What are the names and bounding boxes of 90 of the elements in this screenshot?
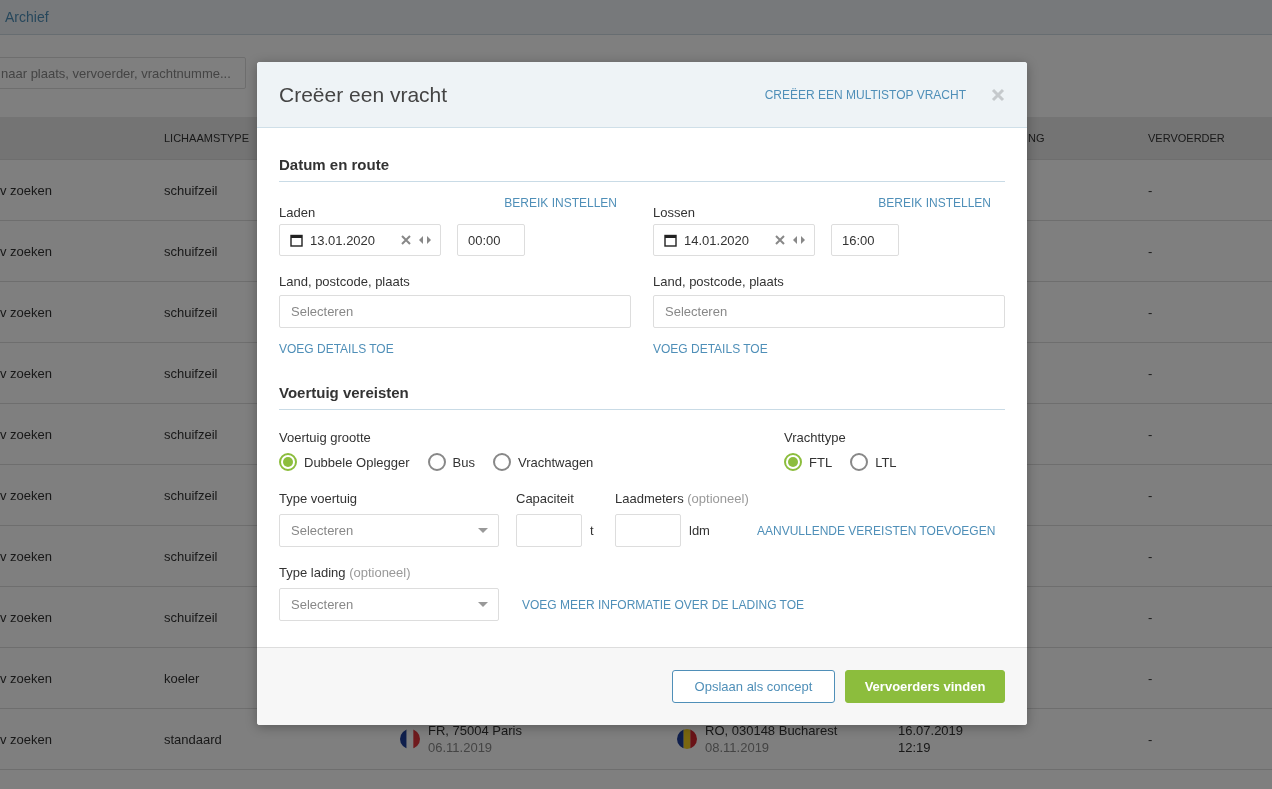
table-cell: schuifzeil bbox=[164, 182, 218, 198]
arrows-icon[interactable] bbox=[418, 235, 432, 245]
find-carriers-button[interactable]: Vervoerders vinden bbox=[845, 670, 1005, 703]
table-cell: schuifzeil bbox=[164, 548, 218, 564]
table-cell: schuifzeil bbox=[164, 609, 218, 625]
clear-icon[interactable] bbox=[775, 235, 785, 245]
multistop-link[interactable]: CREËER EEN MULTISTOP VRACHT bbox=[764, 87, 966, 102]
table-cell: koeler bbox=[164, 670, 200, 686]
field-label: Voertuig grootte bbox=[279, 430, 372, 445]
unit-text: ldm bbox=[689, 523, 710, 538]
radio-option[interactable]: Vrachtwagen bbox=[492, 453, 594, 471]
dropdown-caret-icon bbox=[478, 602, 488, 607]
table-cell: - bbox=[1148, 243, 1153, 259]
field-label: Land, postcode, plaats bbox=[653, 274, 785, 289]
table-cell: standaard bbox=[164, 731, 222, 747]
field-label: Capaciteit bbox=[516, 491, 575, 506]
table-cell: - bbox=[1148, 426, 1153, 442]
details-link[interactable]: VOEG DETAILS TOE bbox=[653, 342, 768, 356]
location-field[interactable]: Selecteren bbox=[279, 295, 631, 328]
requirements-link[interactable]: AANVULLENDE VEREISTEN TOEVOEGEN bbox=[757, 523, 996, 538]
table-cell: v zoeken bbox=[0, 731, 53, 747]
calendar-icon bbox=[664, 233, 677, 247]
radio-option[interactable]: Dubbele Oplegger bbox=[279, 453, 410, 471]
flag-icon bbox=[677, 729, 697, 749]
flag-icon bbox=[400, 729, 420, 749]
table-cell: schuifzeil bbox=[164, 365, 218, 381]
clear-icon[interactable] bbox=[401, 235, 411, 245]
date-field[interactable]: 14.01.2020 bbox=[653, 224, 815, 256]
calendar-icon bbox=[290, 233, 303, 247]
location-field[interactable]: Selecteren bbox=[653, 295, 1005, 328]
table-cell: schuifzeil bbox=[164, 243, 218, 259]
table-cell: v zoeken bbox=[0, 365, 53, 381]
column-header: VERVOERDER bbox=[1148, 132, 1226, 144]
table-cell: v zoeken bbox=[0, 304, 53, 320]
table-cell: - bbox=[1148, 487, 1153, 503]
table-cell: - bbox=[1148, 365, 1153, 381]
time-field[interactable]: 00:00 bbox=[457, 224, 525, 256]
details-link[interactable]: VOEG DETAILS TOE bbox=[279, 342, 394, 356]
date-text: 06.11.2019 bbox=[428, 739, 494, 756]
time-field[interactable]: 16:00 bbox=[831, 224, 899, 256]
table-cell: v zoeken bbox=[0, 609, 53, 625]
date-text: 08.11.2019 bbox=[705, 739, 771, 756]
date-field[interactable]: 13.01.2020 bbox=[279, 224, 441, 256]
unit-text: t bbox=[590, 523, 594, 538]
radio-option[interactable]: Bus bbox=[427, 453, 475, 471]
table-cell: v zoeken bbox=[0, 487, 53, 503]
table-cell: - bbox=[1148, 182, 1153, 198]
table-cell: - bbox=[1148, 609, 1153, 625]
table-cell: schuifzeil bbox=[164, 487, 218, 503]
table-cell: v zoeken bbox=[0, 670, 53, 686]
table-cell: v zoeken bbox=[0, 426, 53, 442]
table-cell: schuifzeil bbox=[164, 426, 218, 442]
range-link[interactable]: BEREIK INSTELLEN bbox=[878, 196, 991, 210]
place-text: RO, 030148 Bucharest bbox=[705, 722, 838, 739]
place-text: FR, 75004 Paris bbox=[428, 722, 522, 739]
field-label: Type lading (optioneel) bbox=[279, 565, 412, 580]
date-text: 16.07.2019 bbox=[898, 722, 965, 739]
vehicle-type-select[interactable]: Selecteren bbox=[279, 514, 499, 547]
section-heading: Datum en route bbox=[279, 156, 1005, 182]
column-header: NG bbox=[1028, 132, 1046, 144]
archive-tab[interactable]: Archief bbox=[5, 9, 49, 25]
column-header: LICHAAMSTYPE bbox=[164, 132, 250, 144]
table-cell: - bbox=[1148, 304, 1153, 320]
loading-meters-field[interactable] bbox=[615, 514, 681, 547]
table-cell: v zoeken bbox=[0, 548, 53, 564]
field-label: Land, postcode, plaats bbox=[279, 274, 411, 289]
field-label: Vrachttype bbox=[784, 430, 847, 445]
table-cell: schuifzeil bbox=[164, 304, 218, 320]
section-heading: Voertuig vereisten bbox=[279, 384, 1005, 410]
table-cell: - bbox=[1148, 548, 1153, 564]
radio-option[interactable]: LTL bbox=[850, 453, 897, 471]
cargo-type-select[interactable]: Selecteren bbox=[279, 588, 499, 621]
table-cell: - bbox=[1148, 731, 1153, 747]
cargo-info-link[interactable]: VOEG MEER INFORMATIE OVER DE LADING TOE bbox=[522, 597, 805, 612]
table-cell: v zoeken bbox=[0, 243, 53, 259]
save-draft-button[interactable]: Opslaan als concept bbox=[672, 670, 835, 703]
search-field[interactable]: naar plaats, vervoerder, vrachtnumme... bbox=[0, 57, 246, 89]
field-label: Lossen bbox=[653, 205, 695, 220]
dropdown-caret-icon bbox=[478, 528, 488, 533]
table-cell: v zoeken bbox=[0, 182, 53, 198]
radio-option[interactable]: FTL bbox=[784, 453, 833, 471]
dialog-title: Creëer een vracht bbox=[279, 82, 449, 107]
time-text: 12:19 bbox=[898, 739, 932, 756]
capacity-field[interactable] bbox=[516, 514, 582, 547]
field-label: Type voertuig bbox=[279, 491, 359, 506]
range-link[interactable]: BEREIK INSTELLEN bbox=[504, 196, 617, 210]
field-label: Laden bbox=[279, 205, 316, 220]
table-cell: - bbox=[1148, 670, 1153, 686]
field-label: Laadmeters (optioneel) bbox=[615, 491, 750, 506]
arrows-icon[interactable] bbox=[792, 235, 806, 245]
